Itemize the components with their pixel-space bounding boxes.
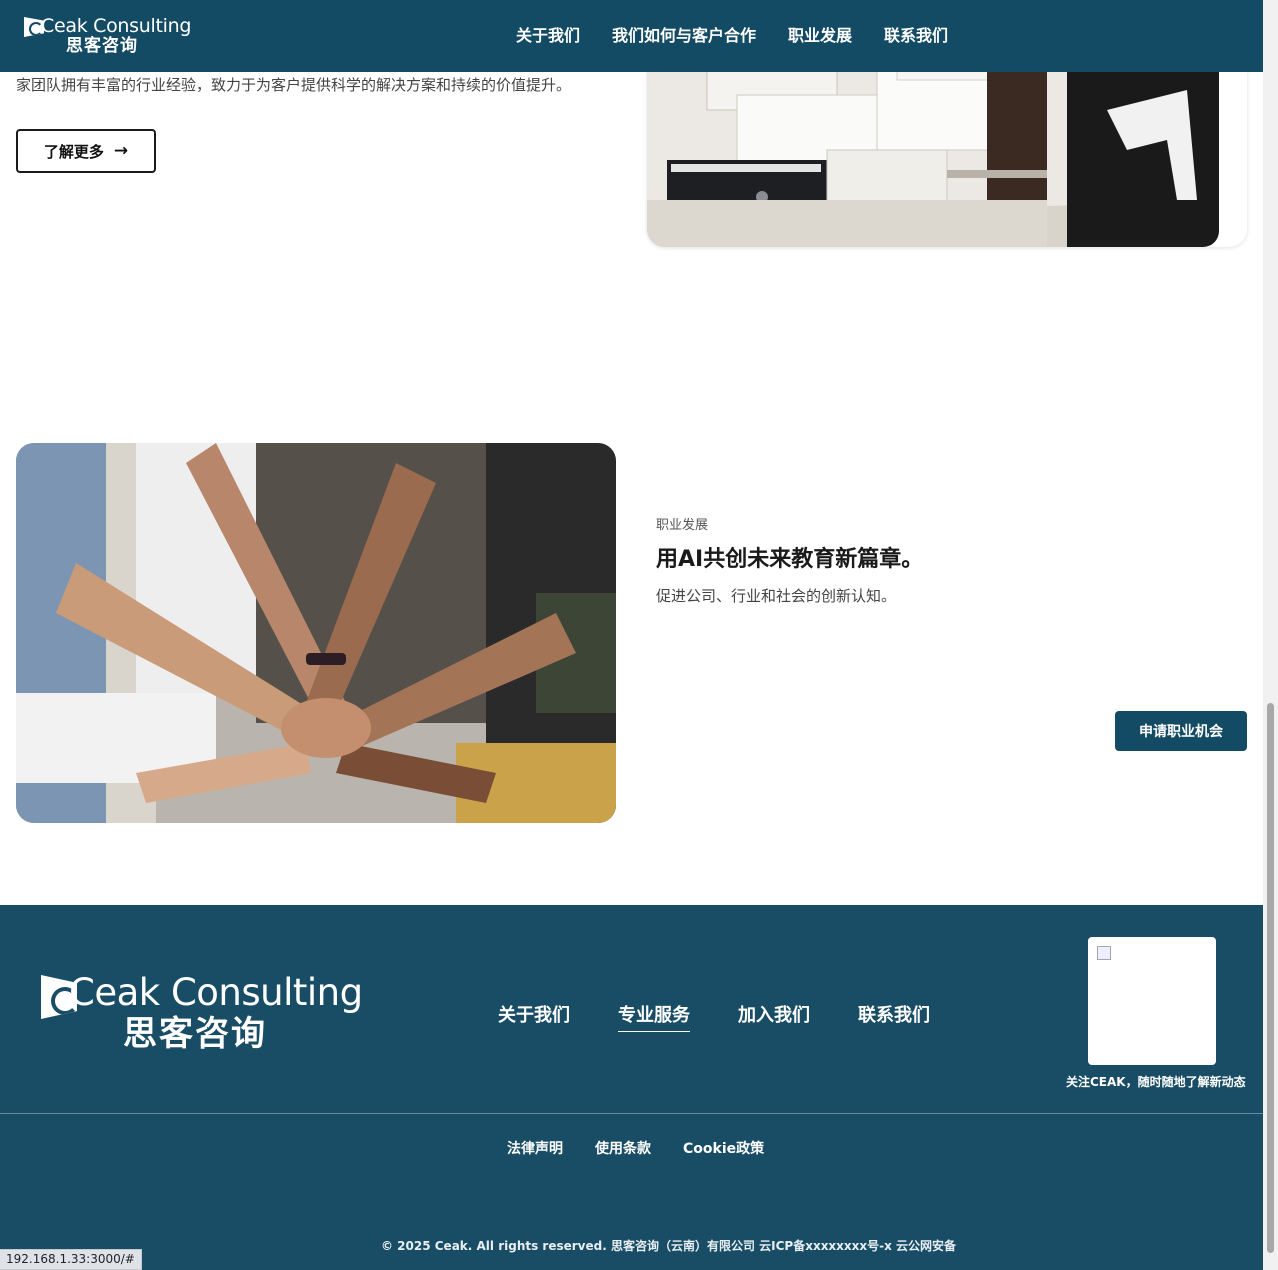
- cookie-policy-link[interactable]: Cookie政策: [683, 1139, 764, 1159]
- footer-logo[interactable]: Ceak Consulting 思客咨询: [41, 971, 363, 1054]
- site-header: Ceak Consulting 思客咨询 关于我们 我们如何与客户合作 职业发展…: [0, 0, 1263, 72]
- vertical-scrollbar[interactable]: [1263, 0, 1278, 1270]
- qr-code-image: [1088, 937, 1216, 1065]
- intro-paragraph: 家团队拥有丰富的行业经验，致力于为客户提供科学的解决方案和持续的价值提升。: [16, 76, 572, 94]
- main-nav: 关于我们 我们如何与客户合作 职业发展 联系我们: [516, 25, 948, 47]
- footer-logo-chinese-name: 思客咨询: [123, 1014, 267, 1054]
- learn-more-button[interactable]: 了解更多 →: [16, 129, 156, 173]
- arrow-right-icon: →: [113, 141, 129, 161]
- career-subtitle: 促进公司、行业和社会的创新认知。: [656, 587, 897, 605]
- career-title: 用AI共创未来教育新篇章。: [656, 547, 924, 572]
- apply-career-button[interactable]: 申请职业机会: [1115, 711, 1247, 751]
- broken-image-icon: [1097, 946, 1111, 960]
- nav-item-how-we-work[interactable]: 我们如何与客户合作: [612, 25, 756, 47]
- header-logo[interactable]: Ceak Consulting 思客咨询: [24, 14, 191, 60]
- qr-caption: 关注CEAK，随时随地了解新动态: [1066, 1075, 1246, 1089]
- footer-nav-about[interactable]: 关于我们: [498, 1003, 570, 1032]
- logo-chinese-name: 思客咨询: [66, 36, 138, 56]
- scrollbar-thumb[interactable]: [1267, 703, 1274, 1253]
- footer-legal-links: 法律声明 使用条款 Cookie政策: [507, 1139, 764, 1159]
- footer-nav: 关于我们 专业服务 加入我们 联系我们: [498, 1003, 930, 1032]
- status-bar-url: 192.168.1.33:3000/#: [0, 1249, 142, 1270]
- footer-nav-contact[interactable]: 联系我们: [858, 1003, 930, 1032]
- learn-more-label: 了解更多: [43, 142, 104, 161]
- nav-item-careers[interactable]: 职业发展: [788, 25, 852, 47]
- footer-nav-join[interactable]: 加入我们: [738, 1003, 810, 1032]
- footer-divider: [0, 1113, 1263, 1114]
- footer-nav-services[interactable]: 专业服务: [618, 1003, 690, 1032]
- site-footer: Ceak Consulting 思客咨询 关于我们 专业服务 加入我们 联系我们…: [0, 905, 1263, 1270]
- team-hands-image: [16, 443, 616, 823]
- career-eyebrow: 职业发展: [656, 518, 709, 533]
- terms-of-use-link[interactable]: 使用条款: [595, 1139, 651, 1159]
- legal-notice-link[interactable]: 法律声明: [507, 1139, 563, 1159]
- nav-item-contact[interactable]: 联系我们: [884, 25, 948, 47]
- nav-item-about[interactable]: 关于我们: [516, 25, 580, 47]
- footer-logo-english-name: Ceak Consulting: [69, 971, 363, 1014]
- copyright-text: © 2025 Ceak. All rights reserved. 思客咨询（云…: [381, 1239, 957, 1253]
